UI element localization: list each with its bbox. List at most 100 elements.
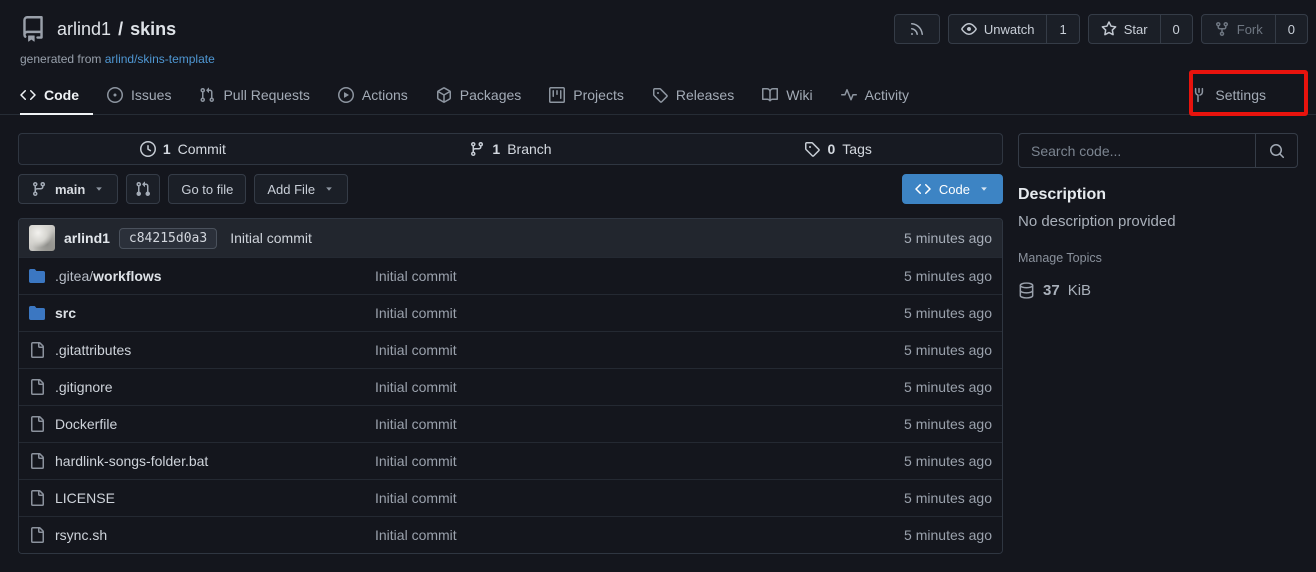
branches-stat[interactable]: 1 Branch	[347, 134, 675, 164]
tab-wiki[interactable]: Wiki	[748, 76, 826, 114]
fork-label: Fork	[1237, 22, 1263, 37]
tab-issues[interactable]: Issues	[93, 76, 185, 114]
fork-button-group: Fork 0	[1201, 14, 1308, 44]
commit-hash-link[interactable]: c84215d0a3	[119, 228, 217, 249]
git-branch-icon	[31, 181, 47, 197]
branch-selector[interactable]: main	[18, 174, 118, 204]
commit-author-link[interactable]: arlind1	[64, 230, 110, 246]
repo-icon	[20, 16, 46, 42]
tab-pull-requests[interactable]: Pull Requests	[185, 76, 323, 114]
file-commit-message-link[interactable]: Initial commit	[375, 379, 792, 395]
file-name-link[interactable]: Dockerfile	[55, 416, 117, 432]
watchers-count[interactable]: 1	[1046, 15, 1078, 43]
file-commit-message-link[interactable]: Initial commit	[375, 490, 792, 506]
file-name-link[interactable]: LICENSE	[55, 490, 115, 506]
file-commit-message-link[interactable]: Initial commit	[375, 342, 792, 358]
add-file-button[interactable]: Add File	[254, 174, 348, 204]
manage-topics-link[interactable]: Manage Topics	[1018, 251, 1102, 265]
tab-settings-label: Settings	[1215, 87, 1266, 103]
chevron-down-icon	[93, 183, 105, 195]
file-age: 5 minutes ago	[792, 268, 992, 284]
table-row[interactable]: src Initial commit 5 minutes ago	[19, 294, 1002, 331]
tab-activity[interactable]: Activity	[827, 76, 923, 114]
history-icon	[140, 141, 156, 157]
repo-name-link[interactable]: skins	[130, 19, 176, 39]
file-name-link[interactable]: .gitattributes	[55, 342, 131, 358]
table-row[interactable]: LICENSE Initial commit 5 minutes ago	[19, 479, 1002, 516]
commits-stat[interactable]: 1 Commit	[19, 134, 347, 164]
file-commit-message-link[interactable]: Initial commit	[375, 305, 792, 321]
database-icon	[1018, 282, 1035, 299]
tag-icon	[804, 141, 820, 157]
repo-nav-tabs: Code Issues Pull Requests Actions Packag…	[0, 76, 1316, 115]
branches-label: Branch	[507, 141, 551, 157]
file-name-link[interactable]: .gitignore	[55, 379, 113, 395]
current-branch-name: main	[55, 182, 85, 197]
fork-button[interactable]: Fork	[1202, 15, 1275, 43]
tags-stat[interactable]: 0 Tags	[674, 134, 1002, 164]
latest-commit-row: arlind1 c84215d0a3 Initial commit 5 minu…	[19, 219, 1002, 257]
files-table: arlind1 c84215d0a3 Initial commit 5 minu…	[18, 218, 1003, 554]
repo-size-value: 37	[1043, 282, 1060, 299]
table-row[interactable]: .gitignore Initial commit 5 minutes ago	[19, 368, 1002, 405]
tab-issues-label: Issues	[131, 87, 171, 103]
search-icon	[1269, 143, 1285, 159]
file-age: 5 minutes ago	[792, 416, 992, 432]
table-row[interactable]: hardlink-songs-folder.bat Initial commit…	[19, 442, 1002, 479]
tab-packages-label: Packages	[460, 87, 521, 103]
code-download-button[interactable]: Code	[902, 174, 1003, 204]
rss-feed-button[interactable]	[894, 14, 940, 44]
template-repo-link[interactable]: arlind/skins-template	[105, 52, 215, 66]
tab-activity-label: Activity	[865, 87, 909, 103]
commits-label: Commit	[178, 141, 226, 157]
tab-packages[interactable]: Packages	[422, 76, 535, 114]
file-name-link[interactable]: rsync.sh	[55, 527, 107, 543]
stars-count[interactable]: 0	[1160, 15, 1192, 43]
file-commit-message-link[interactable]: Initial commit	[375, 527, 792, 543]
tab-projects[interactable]: Projects	[535, 76, 638, 114]
star-label: Star	[1124, 22, 1148, 37]
add-file-label: Add File	[267, 182, 315, 197]
tab-actions[interactable]: Actions	[324, 76, 422, 114]
tab-pull-requests-label: Pull Requests	[223, 87, 309, 103]
watch-button-group: Unwatch 1	[948, 14, 1080, 44]
file-commit-message-link[interactable]: Initial commit	[375, 453, 792, 469]
generated-from-line: generated from arlind/skins-template	[20, 52, 215, 66]
table-row[interactable]: .gitattributes Initial commit 5 minutes …	[19, 331, 1002, 368]
table-row[interactable]: Dockerfile Initial commit 5 minutes ago	[19, 405, 1002, 442]
tab-code-label: Code	[44, 87, 79, 103]
compare-button[interactable]	[126, 174, 160, 204]
search-input[interactable]	[1019, 134, 1255, 167]
file-icon	[29, 490, 45, 506]
git-compare-icon	[135, 181, 151, 197]
commit-message-link[interactable]: Initial commit	[230, 230, 312, 246]
table-row[interactable]: .gitea/workflows Initial commit 5 minute…	[19, 257, 1002, 294]
file-name-link[interactable]: .gitea/workflows	[55, 268, 162, 284]
repo-owner-link[interactable]: arlind1	[57, 19, 111, 39]
tab-releases-label: Releases	[676, 87, 734, 103]
tags-label: Tags	[842, 141, 872, 157]
file-name-link[interactable]: src	[55, 305, 76, 321]
tab-releases[interactable]: Releases	[638, 76, 748, 114]
file-age: 5 minutes ago	[792, 527, 992, 543]
play-circle-icon	[338, 87, 354, 103]
file-age: 5 minutes ago	[792, 305, 992, 321]
file-commit-message-link[interactable]: Initial commit	[375, 268, 792, 284]
repo-action-buttons: Unwatch 1 Star 0 Fork 0	[894, 14, 1308, 44]
go-to-file-button[interactable]: Go to file	[168, 174, 246, 204]
package-icon	[436, 87, 452, 103]
table-row[interactable]: rsync.sh Initial commit 5 minutes ago	[19, 516, 1002, 553]
fork-icon	[1214, 21, 1230, 37]
tags-count: 0	[827, 141, 835, 157]
file-name-link[interactable]: hardlink-songs-folder.bat	[55, 453, 208, 469]
repo-size-unit: KiB	[1068, 282, 1091, 299]
tab-code[interactable]: Code	[20, 76, 93, 114]
star-button[interactable]: Star	[1089, 15, 1160, 43]
search-button[interactable]	[1255, 134, 1297, 167]
repo-sidebar: Description No description provided Mana…	[1018, 133, 1298, 299]
file-commit-message-link[interactable]: Initial commit	[375, 416, 792, 432]
repo-header: arlind1 / skins generated from arlind/sk…	[0, 0, 1316, 76]
forks-count[interactable]: 0	[1275, 15, 1307, 43]
unwatch-button[interactable]: Unwatch	[949, 15, 1047, 43]
tab-settings[interactable]: Settings	[1177, 76, 1280, 114]
